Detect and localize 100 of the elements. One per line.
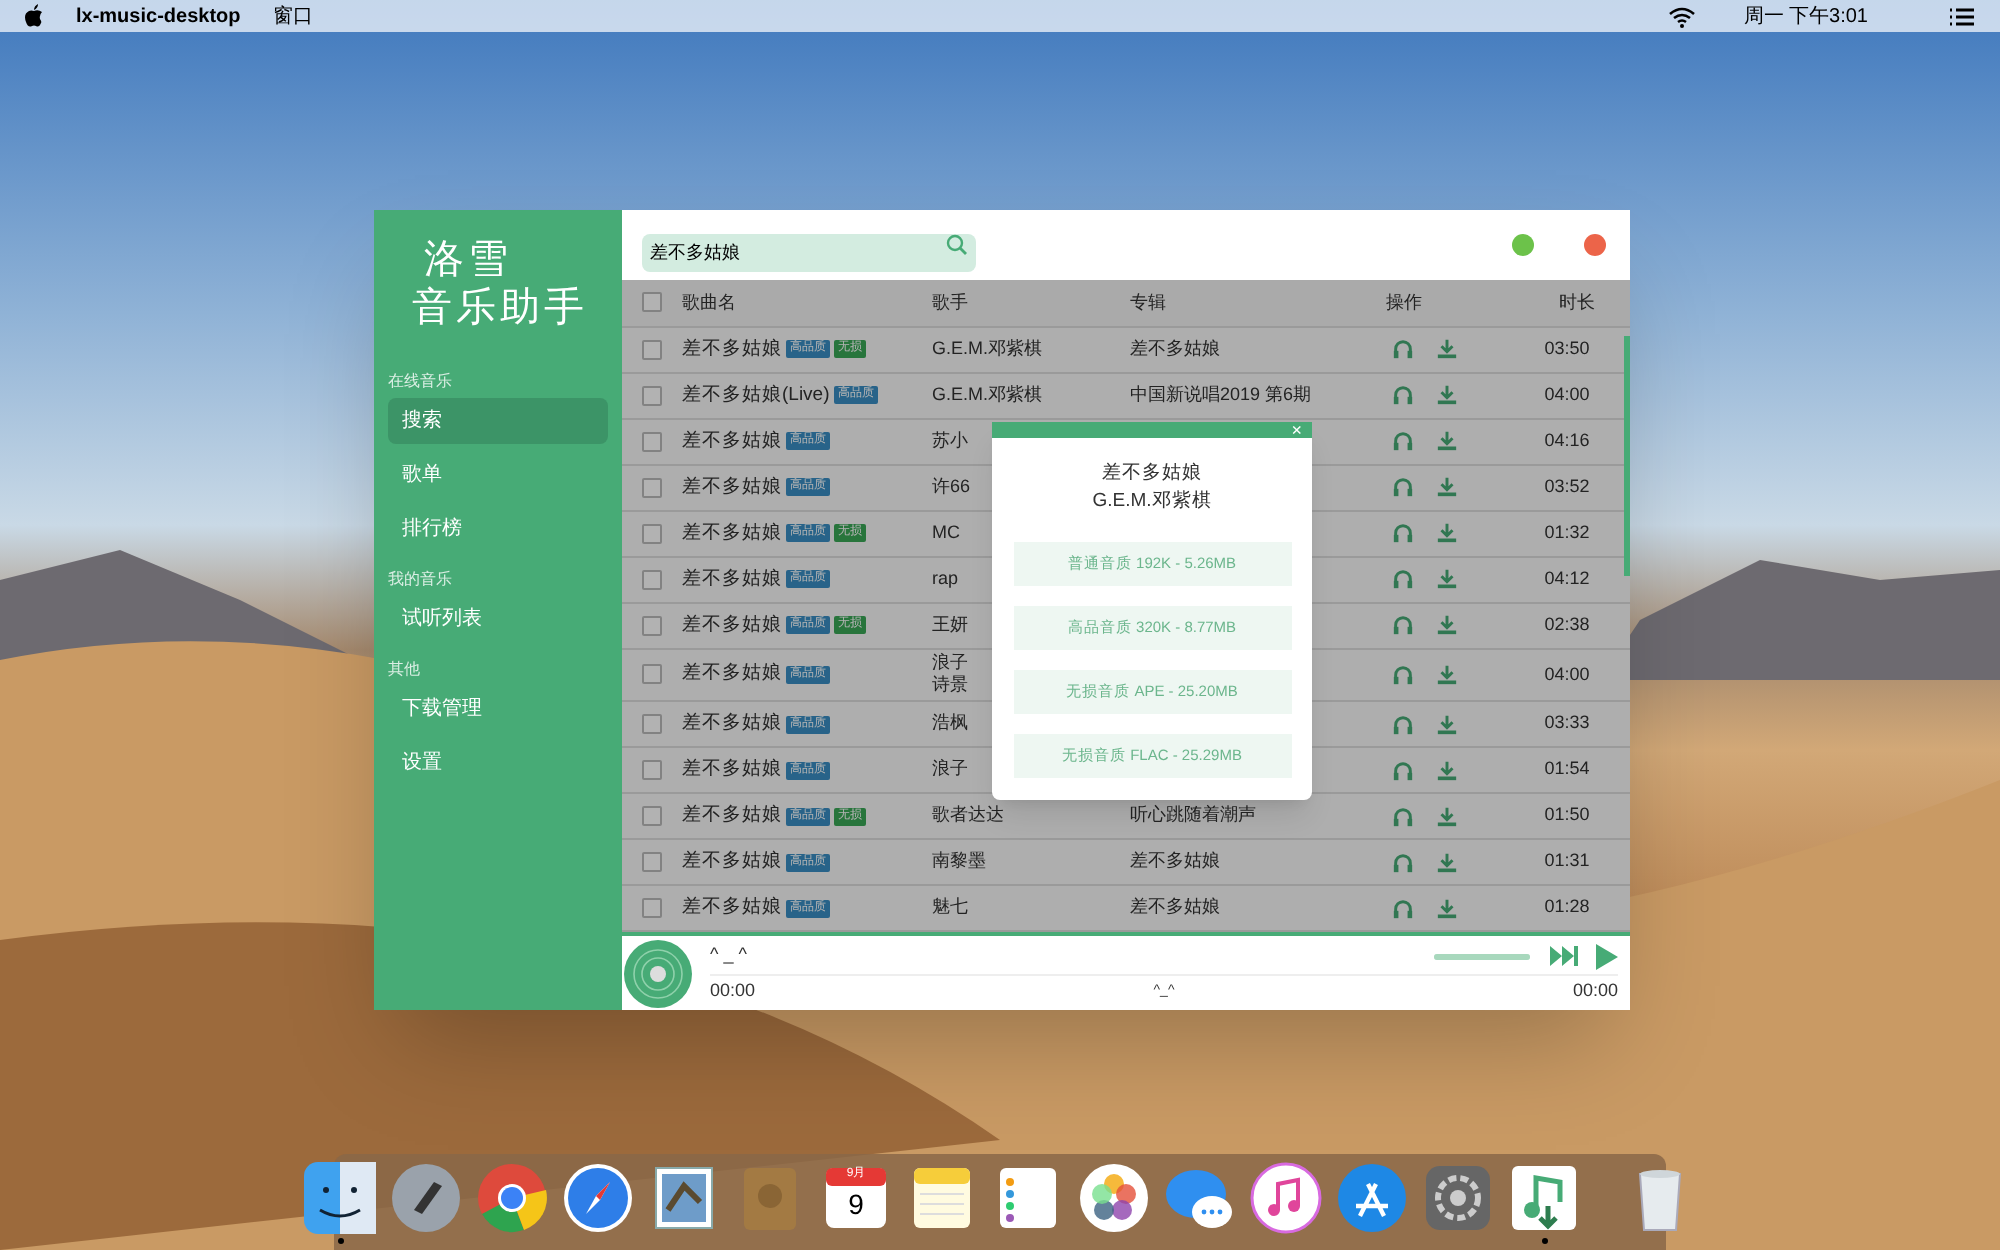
headphones-icon[interactable]: [1392, 759, 1414, 781]
album-name: 差不多姑娘: [1130, 896, 1220, 917]
checkbox[interactable]: [642, 898, 662, 918]
download-icon[interactable]: [1436, 476, 1458, 499]
duration: 01:28: [1544, 896, 1590, 917]
dialog-artist: G.E.M.邓紫棋: [1092, 488, 1212, 517]
checkbox[interactable]: [642, 615, 662, 636]
checkbox[interactable]: [642, 569, 662, 590]
headphones-icon[interactable]: [1392, 522, 1414, 545]
singer-name: 歌者达达: [932, 802, 1004, 829]
headphones-icon[interactable]: [1392, 338, 1414, 361]
download-icon[interactable]: [1436, 568, 1458, 591]
headphones-icon[interactable]: [1392, 568, 1414, 591]
headphones-icon[interactable]: [1392, 805, 1414, 827]
singer-name: 苏小: [932, 427, 968, 454]
wifi-icon[interactable]: [1667, 5, 1696, 27]
next-track-icon[interactable]: [1550, 946, 1578, 966]
letter-a-icon[interactable]: [1336, 1162, 1408, 1234]
sidebar-item[interactable]: 下载管理: [388, 686, 608, 732]
browser-icon[interactable]: [476, 1162, 548, 1234]
download-icon[interactable]: [1436, 663, 1458, 686]
download-icon[interactable]: [1436, 522, 1458, 545]
minimize-button[interactable]: [1512, 234, 1534, 256]
menu-item[interactable]: 窗口: [272, 1, 313, 31]
singer-name: rap: [932, 565, 959, 592]
download-icon[interactable]: [1436, 897, 1458, 919]
headphones-icon[interactable]: [1392, 476, 1414, 499]
column-header[interactable]: 专辑: [1130, 291, 1166, 312]
headphones-icon[interactable]: [1392, 384, 1414, 407]
duration: 01:31: [1544, 850, 1590, 871]
download-icon[interactable]: [1436, 384, 1458, 407]
checkbox[interactable]: [642, 714, 662, 734]
scrollbar[interactable]: [1624, 336, 1630, 576]
checkbox[interactable]: [642, 292, 662, 313]
sidebar-item[interactable]: 排行榜: [388, 506, 608, 552]
headphones-icon[interactable]: [1392, 430, 1414, 453]
volume-slider[interactable]: [1434, 953, 1530, 959]
checkbox[interactable]: [642, 760, 662, 780]
clock[interactable]: 周一 下午3:01: [1743, 1, 1868, 31]
finder-icon[interactable]: [304, 1162, 376, 1234]
sidebar-item[interactable]: 设置: [388, 740, 608, 786]
song-title: 差不多姑娘: [682, 427, 782, 456]
headphones-icon[interactable]: [1392, 713, 1414, 735]
music-download-icon[interactable]: [1508, 1162, 1580, 1234]
song-title: 差不多姑娘: [682, 473, 782, 502]
download-icon[interactable]: [1436, 759, 1458, 781]
duration: 01:32: [1544, 521, 1590, 542]
sidebar-item[interactable]: 试听列表: [388, 596, 608, 642]
calendar-day: 9: [848, 1186, 864, 1222]
singer-name: 浪子诗景: [932, 651, 970, 696]
close-button[interactable]: ×: [1291, 422, 1302, 438]
music-note-icon[interactable]: [1250, 1162, 1322, 1234]
column-header[interactable]: 歌曲名: [682, 291, 736, 312]
section-label: 其他: [388, 658, 422, 682]
checkbox[interactable]: [642, 523, 662, 544]
play-icon[interactable]: [1596, 943, 1618, 969]
search-field[interactable]: 差不多姑娘: [642, 234, 976, 272]
song-title: 差不多姑娘: [682, 801, 782, 830]
checkbox[interactable]: [642, 339, 662, 360]
checkbox[interactable]: [642, 806, 662, 826]
checkbox[interactable]: [642, 852, 662, 872]
headphones-icon[interactable]: [1392, 663, 1414, 686]
flower-icon[interactable]: [1078, 1162, 1150, 1234]
column-header[interactable]: 时长: [1559, 291, 1595, 312]
gear-icon[interactable]: [1422, 1162, 1494, 1234]
download-icon[interactable]: [1436, 430, 1458, 453]
headphones-icon[interactable]: [1392, 851, 1414, 873]
search-icon[interactable]: [946, 234, 968, 256]
duration: 04:12: [1544, 567, 1590, 588]
app-name[interactable]: lx-music-desktop: [76, 1, 241, 31]
download-icon[interactable]: [1436, 614, 1458, 637]
section-label: 在线音乐: [388, 370, 454, 394]
apple-logo-icon[interactable]: [24, 4, 44, 28]
compass-icon[interactable]: [562, 1162, 634, 1234]
headphones-icon[interactable]: [1392, 897, 1414, 919]
calendar-icon[interactable]: [820, 1162, 892, 1234]
duration: 02:38: [1544, 613, 1590, 634]
sidebar-item[interactable]: 搜索: [388, 398, 608, 444]
download-icon[interactable]: [1436, 805, 1458, 827]
dialog-title: 差不多姑娘: [1102, 460, 1202, 488]
song-title: 差不多姑娘: [682, 847, 782, 876]
download-icon[interactable]: [1436, 338, 1458, 361]
column-header[interactable]: 操作: [1386, 291, 1422, 312]
singer-name: 王妍: [932, 611, 968, 638]
song-title: 差不多姑娘: [682, 565, 782, 594]
download-icon[interactable]: [1436, 851, 1458, 873]
duration: 03:33: [1544, 712, 1590, 733]
checkbox[interactable]: [642, 385, 662, 406]
checkbox[interactable]: [642, 477, 662, 498]
list-icon[interactable]: [1948, 5, 1976, 27]
column-header[interactable]: 歌手: [932, 291, 968, 312]
song-title: 差不多姑娘: [682, 755, 782, 784]
checkbox[interactable]: [642, 664, 662, 685]
sidebar-item[interactable]: 歌单: [388, 452, 608, 498]
headphones-icon[interactable]: [1392, 614, 1414, 637]
song-title: 差不多姑娘: [682, 893, 782, 922]
track-title: ^ _ ^: [710, 942, 747, 969]
close-button[interactable]: [1584, 234, 1606, 256]
download-icon[interactable]: [1436, 713, 1458, 735]
checkbox[interactable]: [642, 431, 662, 452]
